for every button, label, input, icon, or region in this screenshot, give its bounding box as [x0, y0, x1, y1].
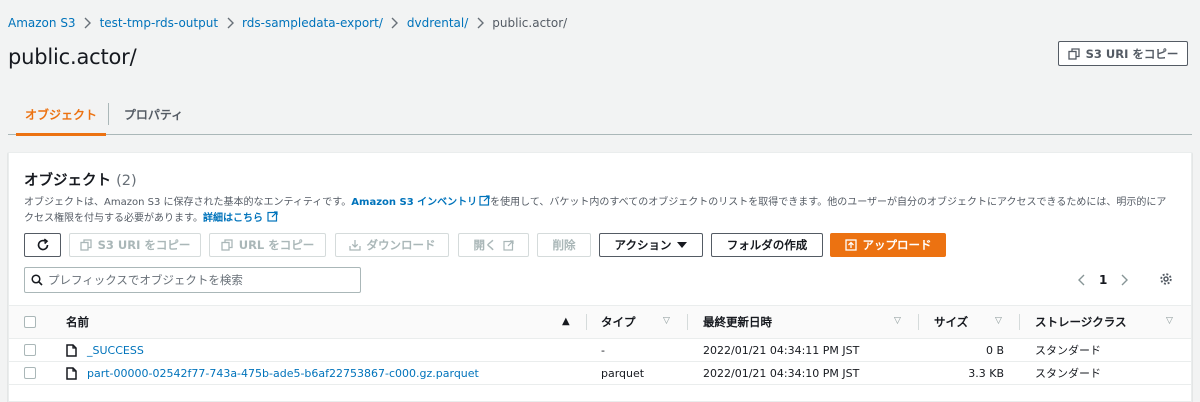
object-last-modified: 2022/01/21 04:34:10 PM JST	[703, 366, 860, 380]
external-link-icon	[502, 239, 514, 251]
chevron-right-icon	[383, 17, 407, 29]
copy-icon	[1067, 47, 1080, 60]
sort-icon[interactable]: ▽	[1166, 316, 1173, 326]
column-storage-class[interactable]: ストレージクラス	[1035, 306, 1127, 338]
column-divider	[1019, 314, 1020, 330]
object-storage-class: スタンダード	[1035, 344, 1101, 357]
select-all-checkbox[interactable]	[24, 306, 36, 338]
copy-s3-uri-button[interactable]: S3 URI をコピー	[69, 233, 201, 257]
column-size[interactable]: サイズ	[934, 306, 968, 338]
breadcrumb-amazon-s3[interactable]: Amazon S3	[8, 16, 76, 30]
table-row[interactable]: _SUCCESS - 2022/01/21 04:34:11 PM JST 0 …	[9, 339, 1191, 362]
upload-button[interactable]: アップロード	[830, 233, 946, 257]
column-type[interactable]: タイプ	[601, 306, 636, 338]
inventory-link[interactable]: Amazon S3 インベントリ	[351, 197, 477, 208]
search-input[interactable]	[48, 273, 348, 287]
column-last-modified[interactable]: 最終更新日時	[703, 306, 772, 338]
caret-down-icon	[677, 241, 688, 248]
download-icon	[348, 240, 361, 251]
learn-more-link[interactable]: 詳細はこちら	[203, 213, 263, 224]
object-name-link[interactable]: part-00000-02542f77-743a-475b-ade5-b6af2…	[87, 362, 479, 384]
object-type: parquet	[601, 366, 645, 380]
object-storage-class: スタンダード	[1035, 367, 1101, 380]
objects-description: オブジェクトは、Amazon S3 に保存された基本的なエンティティです。Ama…	[24, 195, 1174, 227]
column-divider	[918, 314, 919, 330]
current-page[interactable]: 1	[1099, 273, 1107, 287]
download-button[interactable]: ダウンロード	[335, 233, 449, 257]
table-row[interactable]: part-00000-02542f77-743a-475b-ade5-b6af2…	[9, 362, 1191, 385]
refresh-icon	[37, 238, 48, 251]
previous-page-icon[interactable]	[1077, 273, 1087, 287]
breadcrumb-folder-dvdrental[interactable]: dvdrental/	[407, 16, 468, 30]
desc-text-1: オブジェクトは、Amazon S3 に保存された基本的なエンティティです。	[24, 197, 352, 208]
breadcrumb-bucket[interactable]: test-tmp-rds-output	[100, 16, 218, 30]
column-divider	[687, 314, 688, 330]
search-box[interactable]	[24, 267, 361, 293]
upload-label: アップロード	[862, 238, 932, 252]
column-name[interactable]: 名前	[66, 306, 89, 338]
delete-button[interactable]: 削除	[537, 233, 591, 257]
breadcrumb: Amazon S3 test-tmp-rds-output rds-sample…	[8, 13, 567, 33]
object-size: 3.3 KB	[968, 366, 1004, 380]
objects-panel: オブジェクト (2) オブジェクトは、Amazon S3 に保存された基本的なエ…	[8, 152, 1192, 402]
search-icon	[31, 274, 43, 286]
objects-panel-title: オブジェクト (2)	[24, 169, 137, 190]
sort-ascending-icon[interactable]: ▲	[562, 316, 570, 327]
page-title: public.actor/	[8, 45, 137, 69]
chevron-right-icon	[468, 17, 492, 29]
sort-icon[interactable]: ▽	[894, 316, 901, 326]
column-divider	[586, 314, 587, 330]
actions-label: アクション	[614, 238, 672, 252]
actions-dropdown[interactable]: アクション	[599, 233, 703, 257]
copy-icon	[221, 239, 233, 251]
external-link-icon	[479, 195, 490, 206]
table-header: 名前 ▲ タイプ ▽ 最終更新日時 ▽ サイズ ▽ ストレージクラス ▽	[9, 305, 1191, 339]
object-last-modified: 2022/01/21 04:34:11 PM JST	[703, 343, 860, 357]
sort-icon[interactable]: ▽	[663, 316, 670, 326]
tab-properties[interactable]: プロパティ	[108, 103, 198, 125]
upload-icon	[844, 239, 857, 251]
chevron-right-icon	[76, 17, 100, 29]
open-button-label: 開く	[473, 238, 497, 252]
download-button-label: ダウンロード	[366, 238, 436, 252]
pagination: 1	[1077, 269, 1129, 291]
copy-url-button[interactable]: URL をコピー	[209, 233, 326, 257]
objects-count: (2)	[116, 173, 137, 189]
object-name-link[interactable]: _SUCCESS	[87, 339, 144, 361]
object-size: 0 B	[985, 343, 1004, 357]
create-folder-button[interactable]: フォルダの作成	[711, 233, 823, 257]
objects-title-text: オブジェクト	[24, 173, 111, 189]
copy-icon	[79, 239, 92, 251]
refresh-button[interactable]	[24, 233, 61, 257]
copy-s3-uri-label: S3 URI をコピー	[1085, 46, 1179, 61]
object-type: -	[601, 343, 605, 357]
chevron-right-icon	[218, 17, 242, 29]
next-page-icon[interactable]	[1119, 273, 1129, 287]
row-checkbox[interactable]	[24, 339, 36, 361]
file-icon	[66, 339, 77, 361]
breadcrumb-folder-export[interactable]: rds-sampledata-export/	[242, 16, 383, 30]
file-icon	[66, 362, 77, 384]
copy-s3-uri-header-button[interactable]: S3 URI をコピー	[1058, 41, 1188, 66]
tab-objects[interactable]: オブジェクト	[16, 95, 106, 136]
breadcrumb-current: public.actor/	[492, 16, 568, 30]
row-checkbox[interactable]	[24, 362, 36, 384]
settings-gear-icon[interactable]	[1159, 271, 1173, 285]
open-button[interactable]: 開く	[458, 233, 529, 257]
copy-s3-uri-button-label: S3 URI をコピー	[97, 238, 191, 252]
copy-url-button-label: URL をコピー	[238, 238, 315, 252]
external-link-icon	[267, 211, 278, 222]
sort-icon[interactable]: ▽	[995, 316, 1002, 326]
tab-list: オブジェクト プロパティ	[8, 95, 1192, 136]
